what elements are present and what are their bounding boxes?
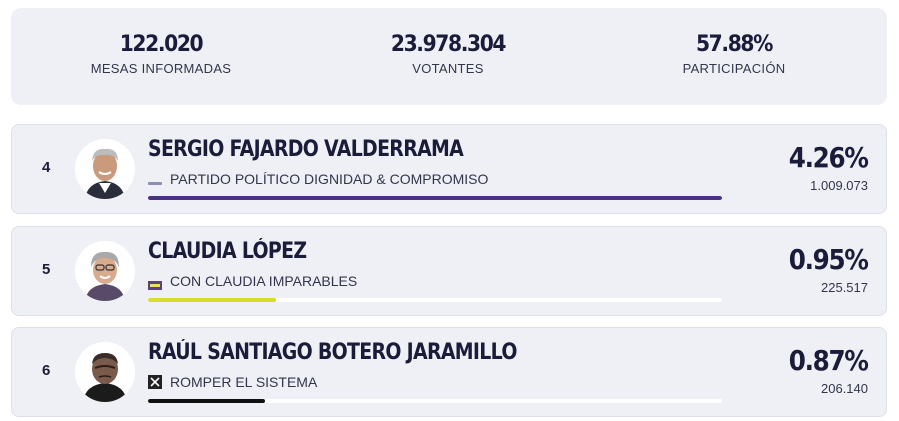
candidate-avatar [75, 241, 135, 301]
results-summary-panel: 122.020 MESAS INFORMADAS 23.978.304 VOTA… [11, 8, 887, 105]
candidate-votes: 1.009.073 [810, 178, 868, 193]
candidate-name: SERGIO FAJARDO VALDERRAMA [148, 137, 464, 162]
candidate-rank: 5 [42, 261, 51, 278]
candidate-card[interactable]: 4 SERGIO FAJARDO VALDERRAMA PARTIDO POLÍ… [11, 124, 887, 214]
candidate-party-label: CON CLAUDIA IMPARABLES [170, 273, 358, 289]
candidate-percent: 0.87% [789, 344, 869, 377]
candidate-avatar [75, 139, 135, 199]
imparables-logo-icon [148, 277, 162, 290]
vote-progress-fill [148, 399, 266, 403]
candidate-party-label: PARTIDO POLÍTICO DIGNIDAD & COMPROMISO [170, 171, 489, 187]
stat-mesas-value: 122.020 [119, 32, 204, 57]
candidate-party: PARTIDO POLÍTICO DIGNIDAD & COMPROMISO [148, 171, 488, 187]
candidate-percent: 4.26% [789, 141, 869, 174]
candidate-rank: 4 [42, 159, 51, 176]
stat-votantes-label: VOTANTES [412, 61, 484, 76]
candidate-rank: 6 [42, 362, 51, 379]
vote-progress-fill [148, 298, 276, 302]
candidate-percent: 0.95% [789, 243, 869, 276]
candidate-party: CON CLAUDIA IMPARABLES [148, 273, 358, 290]
dignidad-compromiso-logo-icon [148, 175, 162, 185]
romper-sistema-logo-icon [148, 375, 162, 389]
stat-votantes: 23.978.304 VOTANTES [338, 32, 558, 76]
stat-mesas-label: MESAS INFORMADAS [90, 61, 232, 76]
candidate-votes: 225.517 [821, 280, 868, 295]
stat-participacion-value: 57.88% [695, 32, 773, 57]
candidate-party: ROMPER EL SISTEMA [148, 374, 317, 390]
candidate-name: CLAUDIA LÓPEZ [148, 239, 307, 264]
candidate-card[interactable]: 6 RAÚL SANTIAGO BOTERO JARAMILLO ROMPER … [11, 327, 887, 417]
candidate-name: RAÚL SANTIAGO BOTERO JARAMILLO [148, 340, 517, 365]
candidate-card[interactable]: 5 CLAUDIA LÓPEZ CON CLAUDIA IMPARABLES 0… [11, 226, 887, 316]
stat-participacion: 57.88% PARTICIPACIÓN [624, 32, 844, 76]
candidate-party-label: ROMPER EL SISTEMA [170, 374, 318, 390]
candidate-votes: 206.140 [821, 381, 868, 396]
vote-progress-bar [148, 399, 722, 403]
stat-votantes-value: 23.978.304 [390, 32, 507, 57]
vote-progress-fill [148, 196, 722, 200]
stat-participacion-label: PARTICIPACIÓN [682, 61, 786, 76]
candidate-avatar [75, 342, 135, 402]
vote-progress-bar [148, 298, 722, 302]
vote-progress-bar [148, 196, 722, 200]
stat-mesas: 122.020 MESAS INFORMADAS [51, 32, 271, 76]
